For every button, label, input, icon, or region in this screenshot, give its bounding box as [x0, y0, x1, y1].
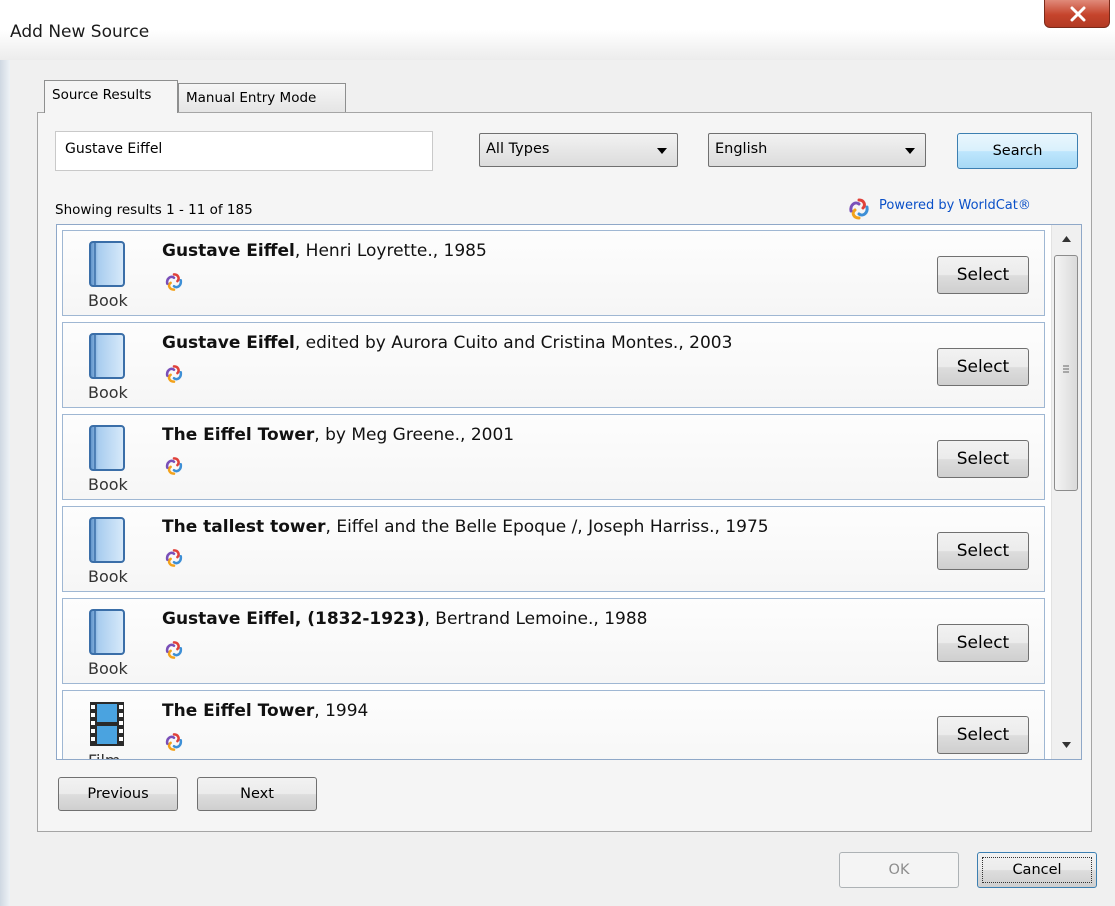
- dropdown-arrow-icon: [905, 148, 915, 154]
- worldcat-logo-icon: [849, 198, 869, 220]
- focus-outline: [982, 857, 1092, 883]
- result-title-detail: , 1994: [314, 701, 369, 721]
- ok-button[interactable]: OK: [839, 852, 959, 888]
- result-title: Gustave Eiffel, Henri Loyrette., 1985: [162, 241, 487, 261]
- result-title-detail: , by Meg Greene., 2001: [314, 425, 515, 445]
- result-title-detail: , Eiffel and the Belle Epoque /, Joseph …: [325, 517, 769, 537]
- list-item: Book Gustave Eiffel, (1832-1923), Bertra…: [62, 598, 1045, 684]
- select-button[interactable]: Select: [937, 532, 1029, 570]
- type-filter-value: All Types: [486, 141, 550, 157]
- result-type-label: Book: [88, 567, 128, 586]
- result-title-detail: , edited by Aurora Cuito and Cristina Mo…: [294, 333, 733, 353]
- book-icon: [89, 425, 125, 471]
- result-title-detail: , Bertrand Lemoine., 1988: [424, 609, 648, 629]
- tab-label: Source Results: [52, 87, 152, 103]
- tab-manual-entry-mode[interactable]: Manual Entry Mode: [178, 83, 346, 113]
- tab-label: Manual Entry Mode: [186, 90, 317, 106]
- result-type-label: Book: [88, 659, 128, 678]
- scroll-up-button[interactable]: [1052, 225, 1081, 253]
- scroll-down-button[interactable]: [1052, 731, 1081, 759]
- worldcat-logo-icon: [165, 457, 183, 475]
- select-button[interactable]: Select: [937, 624, 1029, 662]
- worldcat-logo-icon: [165, 733, 183, 751]
- grip-icon: [1063, 365, 1069, 373]
- worldcat-logo-icon: [165, 641, 183, 659]
- title-bar: Add New Source: [0, 0, 1115, 60]
- result-title-main: Gustave Eiffel: [162, 241, 295, 261]
- result-type-label: Book: [88, 475, 128, 494]
- result-title: Gustave Eiffel, edited by Aurora Cuito a…: [162, 333, 732, 353]
- dropdown-arrow-icon: [657, 148, 667, 154]
- search-input[interactable]: Gustave Eiffel: [55, 131, 433, 171]
- result-title: The tallest tower, Eiffel and the Belle …: [162, 517, 769, 537]
- type-filter-dropdown[interactable]: All Types: [479, 133, 678, 167]
- list-item: Book The Eiffel Tower, by Meg Greene., 2…: [62, 414, 1045, 500]
- select-button[interactable]: Select: [937, 256, 1029, 294]
- language-value: English: [715, 141, 768, 157]
- film-icon: [90, 702, 124, 746]
- previous-button[interactable]: Previous: [58, 777, 178, 811]
- arrow-down-icon: [1062, 742, 1071, 748]
- result-title: The Eiffel Tower, 1994: [162, 701, 368, 721]
- book-icon: [89, 609, 125, 655]
- close-button[interactable]: [1044, 0, 1110, 28]
- book-icon: [89, 517, 125, 563]
- result-type-label: Film: [88, 751, 121, 759]
- add-new-source-dialog: Add New Source Source Results Manual Ent…: [0, 0, 1115, 906]
- result-title-main: Gustave Eiffel: [162, 333, 295, 353]
- worldcat-logo-icon: [165, 549, 183, 567]
- list-item: Book The tallest tower, Eiffel and the B…: [62, 506, 1045, 592]
- window-title: Add New Source: [10, 22, 150, 42]
- result-title-main: The Eiffel Tower: [162, 425, 315, 445]
- cancel-button[interactable]: Cancel: [977, 852, 1097, 888]
- results-count: Showing results 1 - 11 of 185: [55, 202, 253, 218]
- result-title-detail: , Henri Loyrette., 1985: [294, 241, 487, 261]
- book-icon: [89, 241, 125, 287]
- result-type-label: Book: [88, 291, 128, 310]
- scroll-thumb[interactable]: [1054, 255, 1078, 491]
- tab-source-results[interactable]: Source Results: [44, 80, 178, 113]
- book-icon: [89, 333, 125, 379]
- worldcat-logo-icon: [165, 365, 183, 383]
- select-button[interactable]: Select: [937, 348, 1029, 386]
- result-type-label: Book: [88, 383, 128, 402]
- results-scrollbar[interactable]: [1051, 225, 1081, 759]
- result-title: The Eiffel Tower, by Meg Greene., 2001: [162, 425, 514, 445]
- worldcat-logo-icon: [165, 273, 183, 291]
- next-button[interactable]: Next: [197, 777, 317, 811]
- language-dropdown[interactable]: English: [708, 133, 926, 167]
- arrow-up-icon: [1062, 236, 1071, 242]
- result-title-main: The tallest tower: [162, 517, 326, 537]
- result-title-main: The Eiffel Tower: [162, 701, 315, 721]
- search-button[interactable]: Search: [957, 133, 1078, 169]
- list-item: Book Gustave Eiffel, edited by Aurora Cu…: [62, 322, 1045, 408]
- select-button[interactable]: Select: [937, 440, 1029, 478]
- window-edge: [0, 60, 10, 906]
- close-icon: [1070, 6, 1086, 22]
- powered-by-label: Powered by WorldCat®: [879, 198, 1031, 213]
- list-item: Book Gustave Eiffel, Henri Loyrette., 19…: [62, 230, 1045, 316]
- select-button[interactable]: Select: [937, 716, 1029, 754]
- results-list: Book Gustave Eiffel, Henri Loyrette., 19…: [56, 224, 1082, 760]
- result-title-main: Gustave Eiffel, (1832-1923): [162, 609, 425, 629]
- list-item: Film The Eiffel Tower, 1994 Select: [62, 690, 1045, 759]
- result-title: Gustave Eiffel, (1832-1923), Bertrand Le…: [162, 609, 647, 629]
